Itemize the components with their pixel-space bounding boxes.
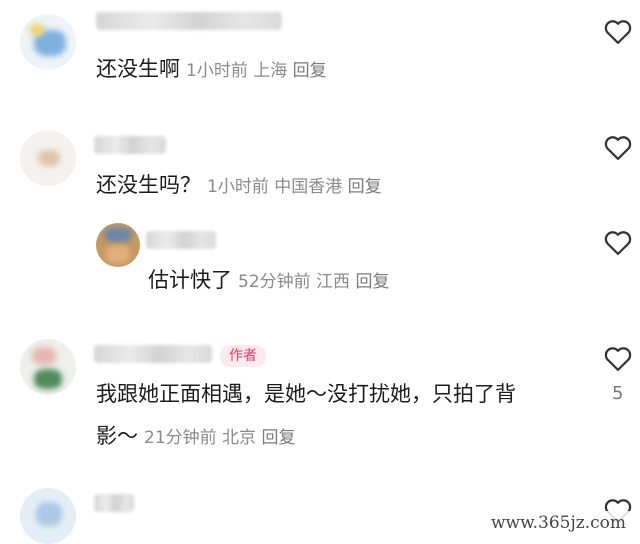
comment-text-line2: 影～ 21分钟前 北京 回复 <box>96 419 295 455</box>
comment-text: 还没生吗？ 1小时前 中国香港 回复 <box>96 168 382 204</box>
comment-time: 52分钟前 <box>238 272 311 292</box>
avatar[interactable] <box>20 339 76 395</box>
comment-body-line2: 影～ <box>96 424 138 448</box>
comment-location: 北京 <box>222 428 257 448</box>
watermark: www.365jz.com <box>485 511 632 535</box>
comment-time: 1小时前 <box>207 177 269 197</box>
username-blurred[interactable] <box>94 136 166 154</box>
comment-meta: 1小时前 上海 回复 <box>186 61 327 81</box>
comment-text-line1: 我跟她正面相遇，是她～没打扰她，只拍了背 <box>96 377 516 411</box>
username-blurred[interactable] <box>96 12 282 30</box>
comment-text: 还没生啊 1小时前 上海 回复 <box>96 52 327 88</box>
comment-location: 中国香港 <box>274 177 343 197</box>
heart-icon[interactable] <box>603 344 633 372</box>
comment-body: 估计快了 <box>148 268 232 292</box>
comment-1: 还没生啊 1小时前 上海 回复 <box>0 0 640 110</box>
avatar[interactable] <box>20 130 76 186</box>
reply-button[interactable]: 回复 <box>348 177 382 197</box>
reply-button[interactable]: 回复 <box>293 61 327 81</box>
username-blurred[interactable] <box>146 231 216 249</box>
comment-4: 作者 我跟她正面相遇，是她～没打扰她，只拍了背 影～ 21分钟前 北京 回复 5 <box>0 325 640 475</box>
comment-body-line1: 我跟她正面相遇，是她～没打扰她，只拍了背 <box>96 382 516 406</box>
comment-location: 上海 <box>253 61 288 81</box>
comment-body: 还没生啊 <box>96 57 180 81</box>
like-count: 5 <box>612 383 624 404</box>
comment-time: 1小时前 <box>186 61 248 81</box>
comment-2: 还没生吗？ 1小时前 中国香港 回复 <box>0 110 640 220</box>
reply-button[interactable]: 回复 <box>261 428 295 448</box>
comment-meta: 1小时前 中国香港 回复 <box>207 177 382 197</box>
comment-3-reply: 估计快了 52分钟前 江西 回复 <box>0 215 640 325</box>
username-blurred[interactable] <box>94 345 212 363</box>
comment-meta: 52分钟前 江西 回复 <box>238 272 389 292</box>
reply-button[interactable]: 回复 <box>355 272 389 292</box>
heart-icon[interactable] <box>603 17 633 45</box>
author-badge: 作者 <box>220 345 266 367</box>
username-blurred[interactable] <box>94 494 134 512</box>
comment-text: 估计快了 52分钟前 江西 回复 <box>148 263 389 299</box>
heart-icon[interactable] <box>603 228 633 256</box>
heart-icon[interactable] <box>603 133 633 161</box>
comment-location: 江西 <box>316 272 351 292</box>
comment-body: 还没生吗？ <box>96 173 201 197</box>
avatar[interactable] <box>96 223 140 267</box>
avatar[interactable] <box>20 14 76 70</box>
comment-time: 21分钟前 <box>144 428 217 448</box>
avatar[interactable] <box>20 488 76 544</box>
comment-meta: 21分钟前 北京 回复 <box>144 428 295 448</box>
